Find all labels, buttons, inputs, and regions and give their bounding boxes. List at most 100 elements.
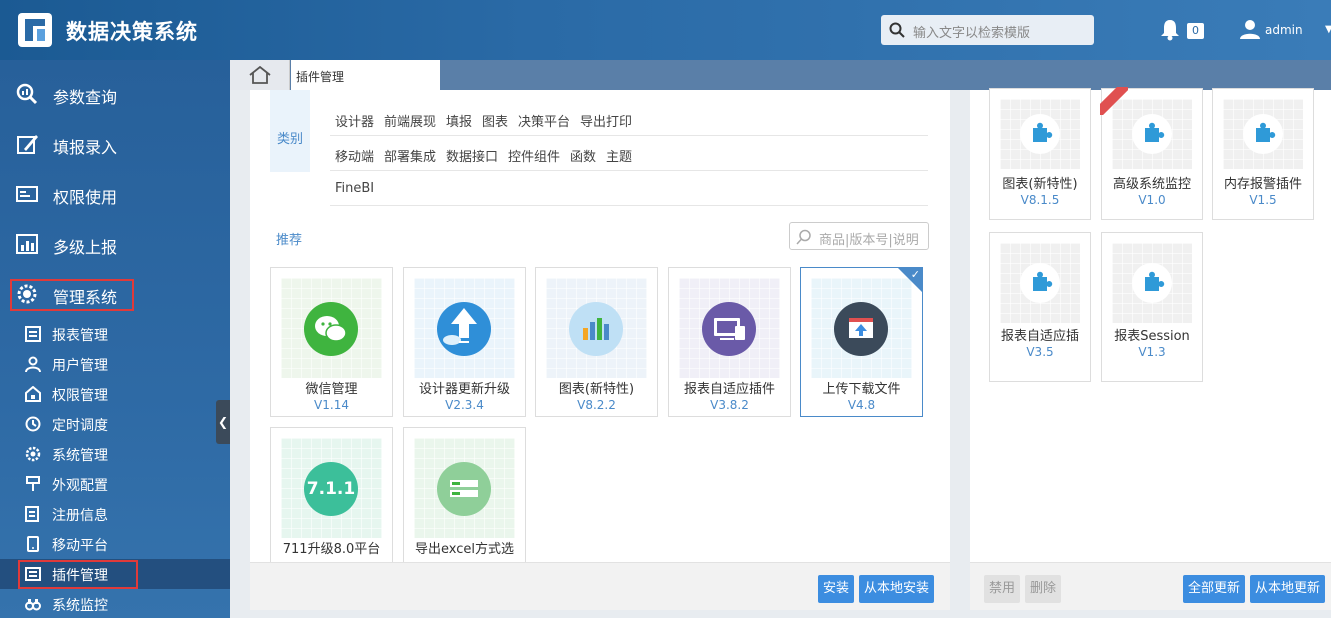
- plugin-name: 报表自适应插: [1000, 329, 1079, 344]
- plugin-card-designer-update[interactable]: 设计器更新升级 V2.3.4: [403, 267, 526, 417]
- chevron-down-icon[interactable]: ▼: [1325, 24, 1331, 35]
- plugin-card-export-excel[interactable]: 导出excel方式选: [403, 427, 526, 577]
- sidebar-item-form-entry[interactable]: 填报录入: [0, 124, 230, 164]
- filter-fill[interactable]: 填报: [446, 111, 472, 130]
- plugin-version: V3.5: [1026, 345, 1054, 359]
- filter-designer[interactable]: 设计器: [335, 111, 374, 130]
- plugin-card-wechat[interactable]: 微信管理 V1.14: [270, 267, 393, 417]
- bar-chart-icon: [16, 234, 38, 254]
- delete-button[interactable]: 删除: [1025, 575, 1061, 603]
- plugin-thumbnail: [679, 278, 780, 378]
- plugin-search-input[interactable]: 商品|版本号|说明: [789, 222, 929, 250]
- filter-mobile[interactable]: 移动端: [335, 146, 374, 165]
- form-entry-icon: [17, 135, 38, 154]
- sidebar-item-user-management[interactable]: 用户管理: [0, 349, 230, 379]
- disable-button[interactable]: 禁用: [984, 575, 1020, 603]
- filter-export-print[interactable]: 导出打印: [580, 111, 632, 130]
- installed-plugin-report-adaptive[interactable]: 报表自适应插 V3.5: [989, 232, 1091, 382]
- mobile-icon: [27, 536, 39, 552]
- plugin-thumbnail: [1223, 99, 1303, 169]
- filter-row-3: FineBI: [330, 172, 928, 206]
- highlight-plugin-management: [18, 560, 138, 589]
- plugin-name: 导出excel方式选: [415, 542, 514, 557]
- plugin-version: V8.2.2: [577, 398, 616, 412]
- filter-chart[interactable]: 图表: [482, 111, 508, 130]
- filter-data-interface[interactable]: 数据接口: [446, 146, 498, 165]
- sidebar-item-label: 定时调度: [52, 418, 108, 434]
- installed-plugin-advanced-monitor[interactable]: 高级系统监控 V1.0: [1100, 87, 1203, 220]
- sidebar-item-multi-report[interactable]: 多级上报: [0, 224, 230, 264]
- sidebar-item-param-query[interactable]: 参数查询: [0, 74, 230, 114]
- plugin-version: V1.5: [1249, 193, 1277, 207]
- plugin-card-upgrade-711[interactable]: 7.1.1 711升级8.0平台: [270, 427, 393, 577]
- filter-deploy[interactable]: 部署集成: [384, 146, 436, 165]
- filter-theme[interactable]: 主题: [606, 146, 632, 165]
- sidebar-item-mobile-platform[interactable]: 移动平台: [0, 529, 230, 559]
- sidebar-item-label: 权限管理: [52, 388, 108, 404]
- search-icon: [889, 22, 905, 38]
- plugin-version: V1.14: [314, 398, 349, 412]
- plugin-search-placeholder: 商品|版本号|说明: [819, 233, 919, 248]
- sidebar-item-system-monitor[interactable]: 系统监控: [0, 589, 230, 618]
- sidebar-collapse-button[interactable]: ❮: [216, 400, 230, 444]
- username[interactable]: admin: [1265, 23, 1303, 37]
- plugin-thumbnail: [414, 278, 515, 378]
- bar-chart-icon: [569, 302, 623, 356]
- plugin-card-report-adaptive[interactable]: 报表自适应插件 V3.8.2: [668, 267, 791, 417]
- recommend-label[interactable]: 推荐: [276, 229, 302, 248]
- plugin-name: 设计器更新升级: [418, 382, 510, 397]
- plugin-card-chart-features[interactable]: 图表(新特性) V8.2.2: [535, 267, 658, 417]
- installed-plugin-memory-alert[interactable]: 内存报警插件 V1.5: [1212, 88, 1314, 220]
- plugin-card-file-transfer[interactable]: 上传下载文件 V4.8 ✓: [800, 267, 923, 417]
- wechat-icon: [304, 302, 358, 356]
- sidebar-item-label: 报表管理: [52, 328, 108, 344]
- tab-plugin-management[interactable]: 插件管理: [291, 60, 440, 90]
- plugin-thumbnail: [281, 278, 382, 378]
- filter-row-2: 移动端 部署集成 数据接口 控件组件 函数 主题: [330, 137, 928, 171]
- plugin-thumbnail: [1000, 243, 1080, 323]
- user-avatar-icon[interactable]: [1240, 19, 1260, 39]
- update-local-button[interactable]: 从本地更新: [1250, 575, 1325, 603]
- plugin-store-panel: 类别 设计器 前端展现 填报 图表 决策平台 导出打印 移动端 部署集成 数据接…: [250, 90, 950, 610]
- sidebar-item-label: 多级上报: [53, 238, 118, 257]
- search-icon: [796, 229, 811, 245]
- template-search-input[interactable]: 输入文字以检索模版: [881, 15, 1094, 45]
- sidebar-item-appearance[interactable]: 外观配置: [0, 469, 230, 499]
- plugin-name: 上传下载文件: [822, 382, 901, 397]
- plugin-name: 图表(新特性): [558, 382, 635, 397]
- sidebar-item-system-management[interactable]: 系统管理: [0, 439, 230, 469]
- filter-function[interactable]: 函数: [570, 146, 596, 165]
- sidebar-item-scheduler[interactable]: 定时调度: [0, 409, 230, 439]
- puzzle-icon: [1243, 114, 1283, 154]
- installed-plugin-report-session[interactable]: 报表Session V1.3: [1101, 232, 1203, 382]
- tab-label: 插件管理: [296, 70, 345, 84]
- plugin-name: 报表Session: [1114, 329, 1190, 344]
- sidebar-item-label: 权限使用: [53, 188, 118, 207]
- filter-finebi[interactable]: FineBI: [335, 181, 374, 196]
- tab-home[interactable]: [230, 60, 290, 90]
- search-chart-icon: [16, 83, 38, 105]
- plugin-thumbnail: [1112, 243, 1192, 323]
- filter-widget[interactable]: 控件组件: [508, 146, 560, 165]
- sidebar-item-registration[interactable]: 注册信息: [0, 499, 230, 529]
- plugin-version: V1.3: [1138, 345, 1166, 359]
- sidebar-item-label: 参数查询: [53, 88, 118, 107]
- filter-frontend[interactable]: 前端展现: [384, 111, 436, 130]
- sidebar-item-label: 移动平台: [52, 538, 108, 554]
- sidebar-item-permission-management[interactable]: 权限管理: [0, 379, 230, 409]
- user-icon: [25, 356, 41, 372]
- sidebar-item-label: 用户管理: [52, 358, 108, 374]
- top-header: 数据决策系统 输入文字以检索模版 0 admin ▼: [0, 0, 1331, 60]
- filter-decision-platform[interactable]: 决策平台: [518, 111, 570, 130]
- app-title: 数据决策系统: [66, 20, 198, 44]
- install-button[interactable]: 安装: [818, 575, 854, 603]
- plugin-name: 711升级8.0平台: [282, 542, 381, 557]
- install-local-button[interactable]: 从本地安装: [859, 575, 934, 603]
- puzzle-icon: [1132, 114, 1172, 154]
- installed-plugin-chart[interactable]: 图表(新特性) V8.1.5: [989, 88, 1091, 220]
- sidebar-item-permission-use[interactable]: 权限使用: [0, 174, 230, 214]
- update-all-button[interactable]: 全部更新: [1183, 575, 1245, 603]
- sidebar-item-report-management[interactable]: 报表管理: [0, 319, 230, 349]
- notification-badge: 0: [1187, 23, 1204, 39]
- bell-icon[interactable]: [1160, 19, 1180, 41]
